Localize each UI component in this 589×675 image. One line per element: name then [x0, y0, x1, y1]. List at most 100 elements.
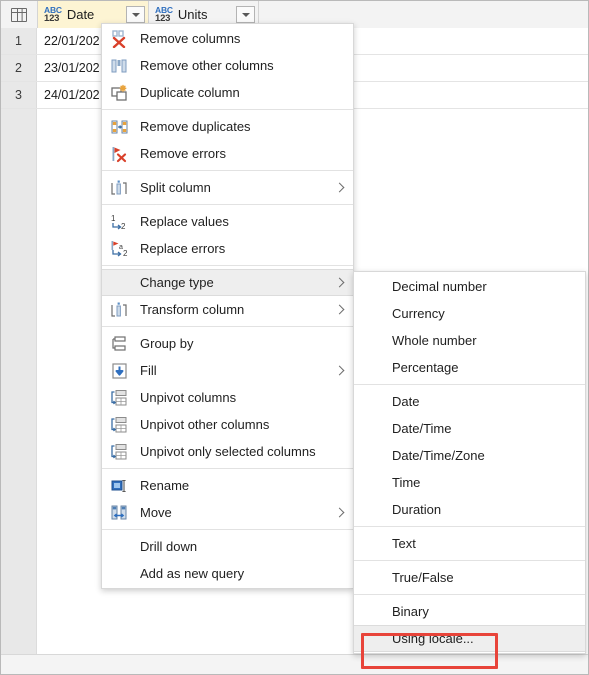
menu-item-add-as-new-query[interactable]: Add as new query — [102, 560, 353, 587]
menu-item-label: Duration — [392, 502, 442, 517]
unpivot-selected-columns-icon — [110, 443, 132, 461]
menu-item-change-type[interactable]: Change type — [102, 269, 353, 296]
menu-item-duplicate-column[interactable]: Duplicate column — [102, 79, 353, 106]
svg-text:2: 2 — [123, 249, 128, 258]
chevron-right-icon — [335, 366, 345, 376]
menu-separator — [354, 594, 585, 595]
move-icon — [110, 504, 132, 522]
column-filter-button-units[interactable] — [236, 6, 255, 23]
menu-item-label: Date/Time — [392, 421, 452, 436]
menu-separator — [354, 560, 585, 561]
menu-item-label: Unpivot columns — [140, 390, 237, 405]
change-type-submenu[interactable]: Decimal number Currency Whole number Per… — [353, 271, 586, 654]
menu-separator — [102, 326, 353, 327]
submenu-item-time[interactable]: Time — [354, 469, 585, 496]
menu-item-label: Text — [392, 536, 416, 551]
remove-duplicates-icon — [110, 118, 132, 136]
submenu-item-date[interactable]: Date — [354, 388, 585, 415]
menu-item-fill[interactable]: Fill — [102, 357, 353, 384]
menu-separator — [102, 265, 353, 266]
submenu-item-duration[interactable]: Duration — [354, 496, 585, 523]
duplicate-column-icon — [110, 84, 132, 102]
menu-item-label: Change type — [140, 275, 214, 290]
menu-item-label: Replace values — [140, 214, 229, 229]
menu-item-label: Add as new query — [140, 566, 245, 581]
chevron-right-icon — [335, 305, 345, 315]
unpivot-other-columns-icon — [110, 416, 132, 434]
table-select-all-button[interactable] — [1, 1, 38, 28]
remove-other-columns-icon — [110, 57, 132, 75]
row-number: 3 — [1, 82, 37, 108]
menu-item-label: Remove columns — [140, 31, 241, 46]
menu-separator — [102, 529, 353, 530]
menu-item-group-by[interactable]: Group by — [102, 330, 353, 357]
submenu-item-binary[interactable]: Binary — [354, 598, 585, 625]
menu-item-remove-duplicates[interactable]: Remove duplicates — [102, 113, 353, 140]
menu-item-label: Unpivot other columns — [140, 417, 270, 432]
menu-item-label: Whole number — [392, 333, 477, 348]
table-select-all-icon — [11, 7, 27, 22]
menu-item-remove-other-columns[interactable]: Remove other columns — [102, 52, 353, 79]
menu-item-label: Binary — [392, 604, 429, 619]
submenu-item-whole-number[interactable]: Whole number — [354, 327, 585, 354]
menu-separator — [354, 526, 585, 527]
status-bar — [1, 654, 588, 674]
chevron-down-icon — [131, 12, 140, 17]
menu-separator — [102, 468, 353, 469]
split-column-icon — [110, 179, 132, 197]
abc123-any-icon: ABC 123 — [44, 5, 62, 24]
column-header-label: Units — [177, 7, 208, 22]
menu-item-label: Group by — [140, 336, 194, 351]
menu-item-label: Remove errors — [140, 146, 226, 161]
menu-item-transform-column[interactable]: Transform column — [102, 296, 353, 323]
row-number: 2 — [1, 55, 37, 81]
menu-item-split-column[interactable]: Split column — [102, 174, 353, 201]
submenu-item-percentage[interactable]: Percentage — [354, 354, 585, 381]
menu-item-move[interactable]: Move — [102, 499, 353, 526]
menu-item-label: Duplicate column — [140, 85, 240, 100]
fill-icon — [110, 362, 132, 380]
menu-item-label: Using locale... — [392, 631, 474, 646]
menu-item-unpivot-only-selected-columns[interactable]: Unpivot only selected columns — [102, 438, 353, 465]
menu-item-label: Fill — [140, 363, 157, 378]
menu-item-label: Date — [392, 394, 420, 409]
submenu-item-currency[interactable]: Currency — [354, 300, 585, 327]
submenu-item-using-locale[interactable]: Using locale... — [354, 625, 585, 652]
menu-item-remove-errors[interactable]: Remove errors — [102, 140, 353, 167]
chevron-right-icon — [335, 278, 345, 288]
column-context-menu[interactable]: Remove columns Remove other columns Dupl… — [101, 23, 354, 589]
submenu-item-date-time[interactable]: Date/Time — [354, 415, 585, 442]
replace-errors-icon: a 2 — [110, 240, 132, 258]
menu-item-label: Currency — [392, 306, 445, 321]
submenu-item-true-false[interactable]: True/False — [354, 564, 585, 591]
menu-item-remove-columns[interactable]: Remove columns — [102, 25, 353, 52]
menu-item-label: Split column — [140, 180, 211, 195]
menu-item-drill-down[interactable]: Drill down — [102, 533, 353, 560]
menu-item-unpivot-other-columns[interactable]: Unpivot other columns — [102, 411, 353, 438]
submenu-item-text[interactable]: Text — [354, 530, 585, 557]
menu-item-rename[interactable]: Rename — [102, 472, 353, 499]
submenu-item-decimal-number[interactable]: Decimal number — [354, 273, 585, 300]
menu-item-unpivot-columns[interactable]: Unpivot columns — [102, 384, 353, 411]
svg-text:2: 2 — [121, 222, 126, 231]
transform-column-icon — [110, 301, 132, 319]
column-header-label: Date — [66, 7, 95, 22]
chevron-down-icon — [241, 12, 250, 17]
menu-separator — [102, 109, 353, 110]
column-filter-button-date[interactable] — [126, 6, 145, 23]
menu-item-replace-values[interactable]: 1 2 Replace values — [102, 208, 353, 235]
menu-item-label: Percentage — [392, 360, 459, 375]
menu-item-label: Drill down — [140, 539, 198, 554]
123-label: 123 — [44, 13, 60, 24]
menu-item-label: Rename — [140, 478, 190, 493]
menu-item-label: Transform column — [140, 302, 245, 317]
menu-separator — [102, 204, 353, 205]
menu-item-label: Time — [392, 475, 421, 490]
menu-item-replace-errors[interactable]: a 2 Replace errors — [102, 235, 353, 262]
chevron-right-icon — [335, 183, 345, 193]
svg-text:1: 1 — [111, 214, 116, 223]
submenu-item-date-time-zone[interactable]: Date/Time/Zone — [354, 442, 585, 469]
menu-item-label: Date/Time/Zone — [392, 448, 485, 463]
replace-values-icon: 1 2 — [110, 213, 132, 231]
menu-item-label: Replace errors — [140, 241, 226, 256]
